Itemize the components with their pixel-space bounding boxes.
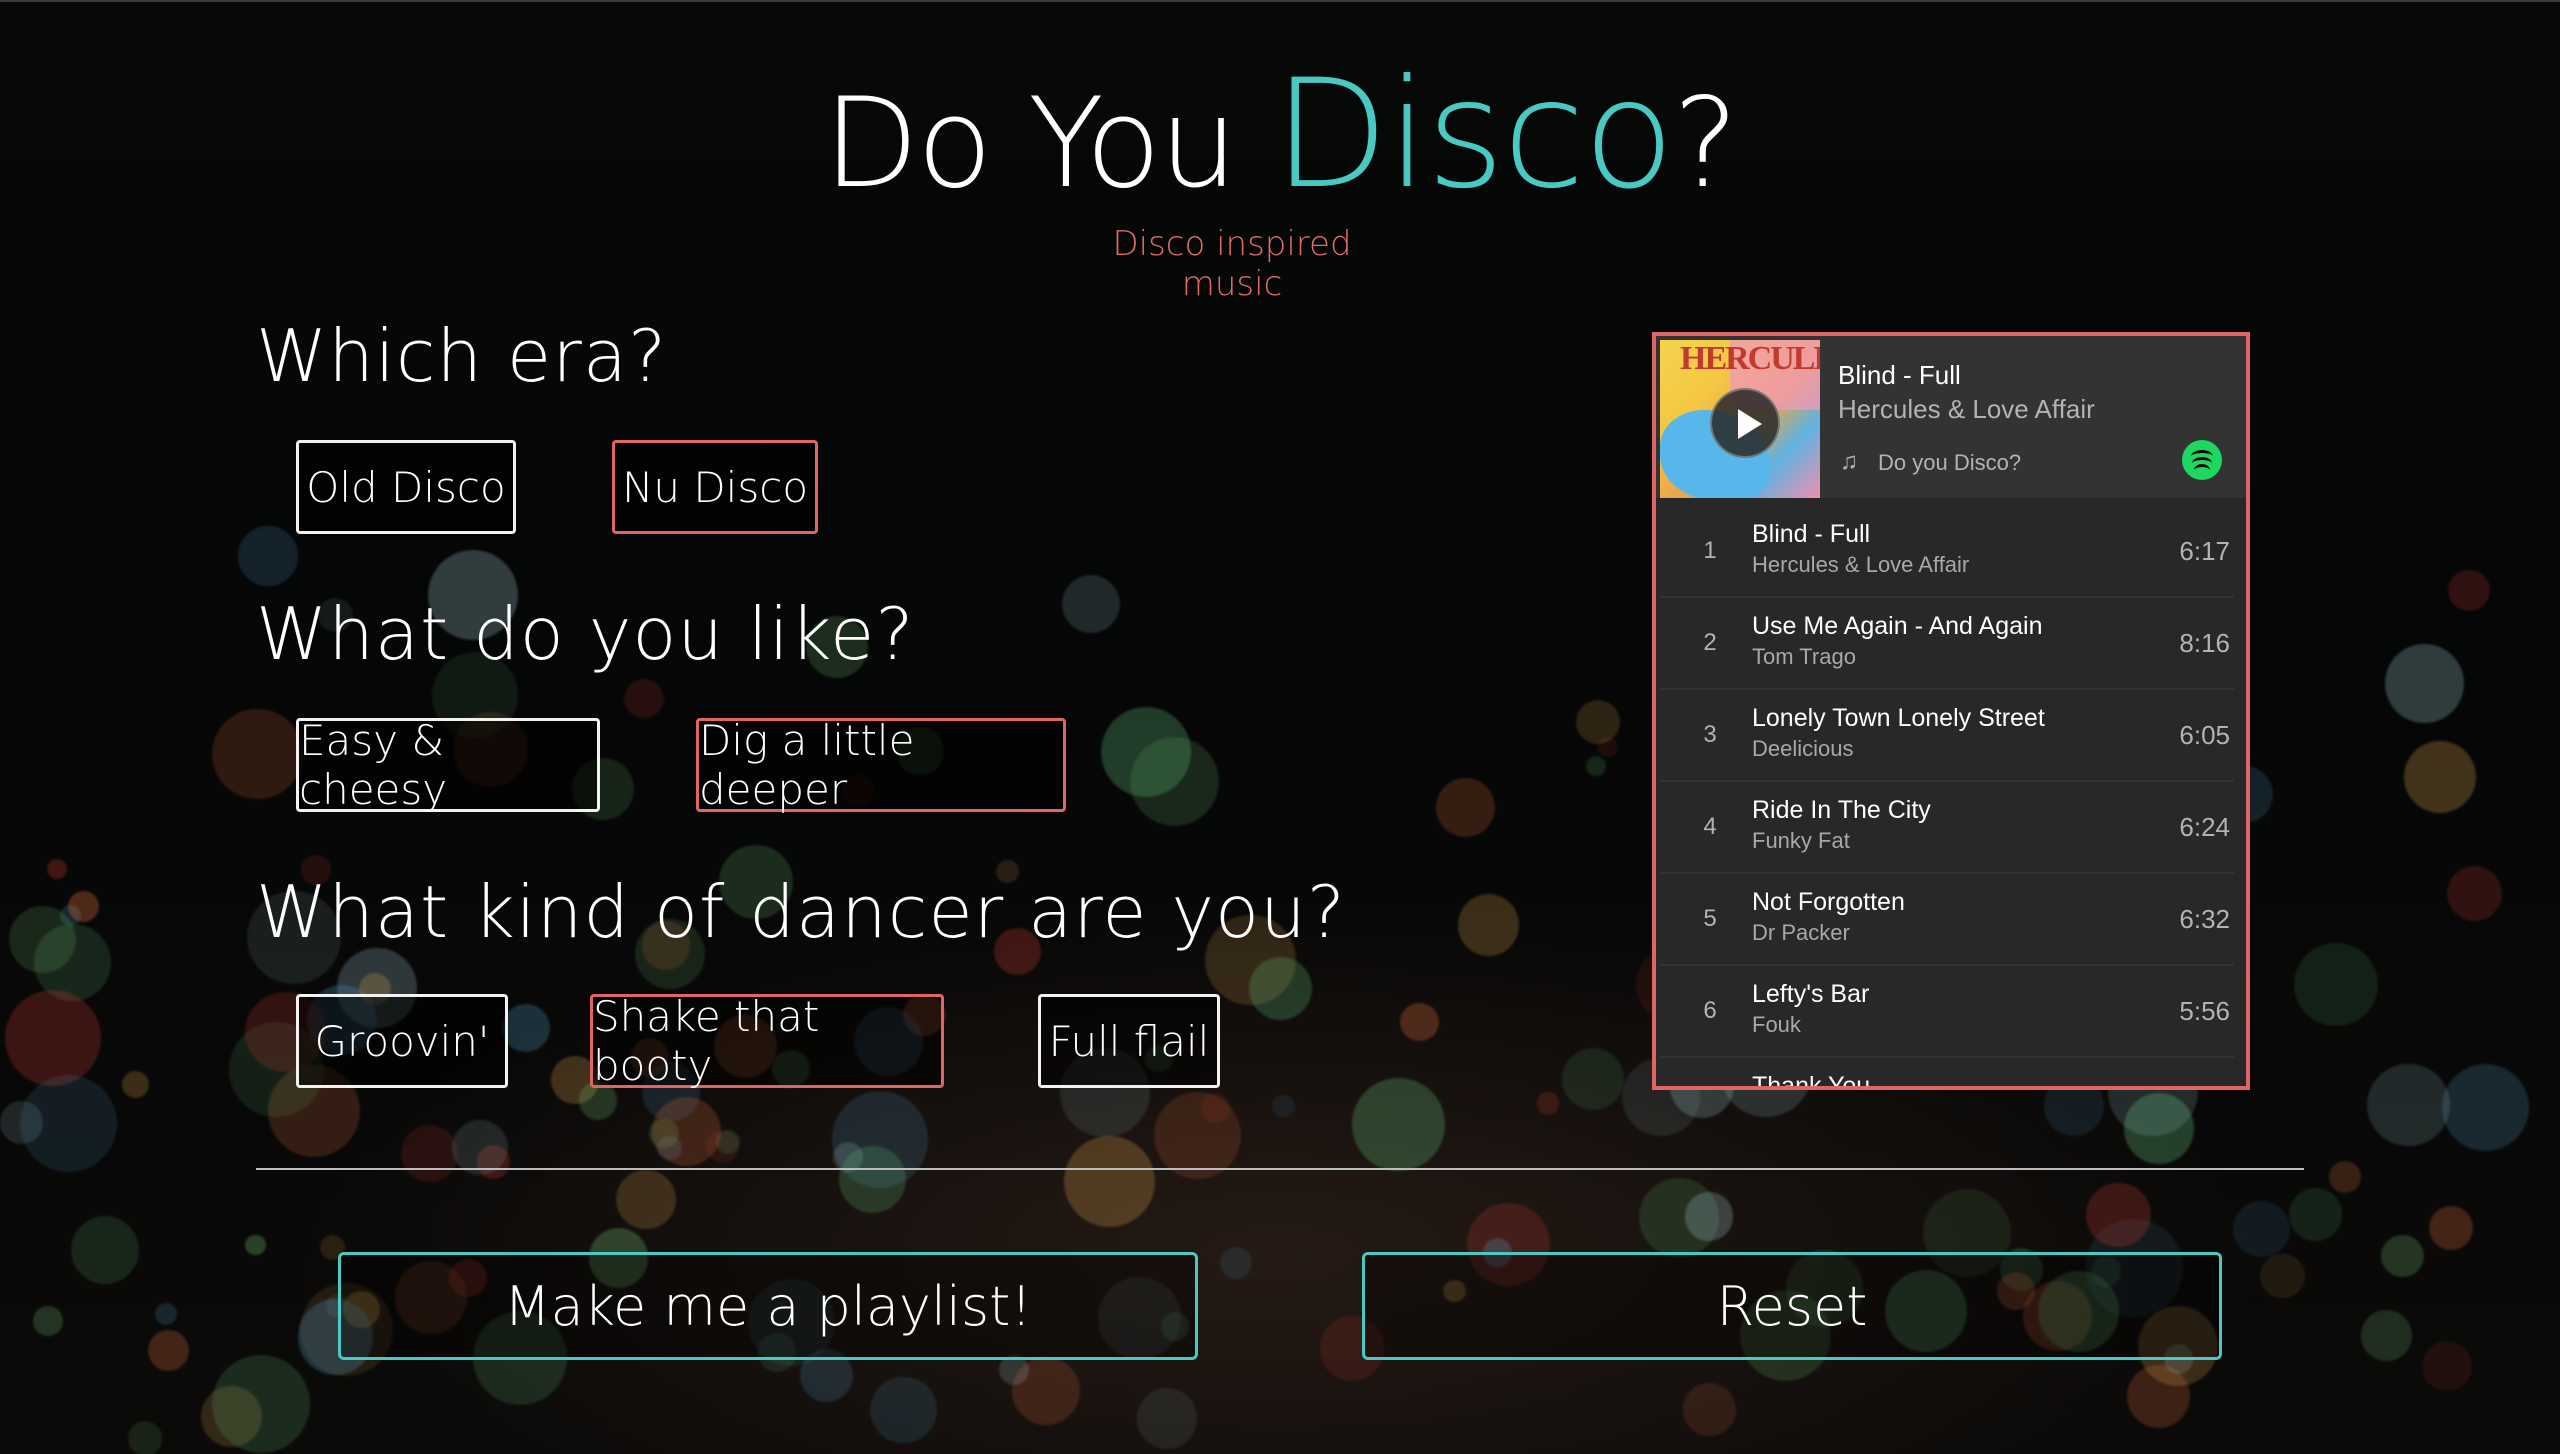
track-row[interactable]: 1 Blind - Full Hercules & Love Affair 6:17 — [1660, 506, 2234, 598]
track-number: 5 — [1703, 905, 1717, 932]
track-row[interactable]: 6 Lefty's Bar Fouk 5:56 — [1660, 966, 2234, 1058]
track-artist: Fouk — [1752, 1012, 1801, 1037]
spotify-player: HERCULES Blind - Full Hercules & Love Af… — [1652, 332, 2250, 1090]
music-note-icon: ♫ — [1840, 448, 1858, 475]
track-name: Not Forgotten — [1752, 888, 1905, 916]
track-duration: 8:16 — [2179, 628, 2230, 658]
option-groovin[interactable]: Groovin' — [296, 994, 508, 1088]
track-row[interactable]: 5 Not Forgotten Dr Packer 6:32 — [1660, 874, 2234, 966]
track-row[interactable]: 4 Ride In The City Funky Fat 6:24 — [1660, 782, 2234, 874]
track-number: 4 — [1703, 813, 1717, 840]
now-playing-artist[interactable]: Hercules & Love Affair — [1838, 394, 2095, 425]
track-name: Lefty's Bar — [1752, 980, 1870, 1008]
option-full-flail[interactable]: Full flail — [1038, 994, 1220, 1088]
option-nu-disco[interactable]: Nu Disco — [612, 440, 818, 534]
track-artist: Deelicious — [1752, 736, 1854, 761]
page: Do You Disco? Disco inspired music Which… — [0, 0, 2560, 1454]
track-duration: 5:56 — [2179, 996, 2230, 1026]
track-name: Thank You — [1752, 1072, 1871, 1090]
question-era: Which era? — [256, 314, 668, 398]
playlist-name[interactable]: Do you Disco? — [1878, 450, 2021, 476]
option-dig-deeper[interactable]: Dig a little deeper — [696, 716, 1066, 814]
title-pre: Do You — [823, 72, 1274, 216]
player-header: HERCULES Blind - Full Hercules & Love Af… — [1656, 336, 2246, 498]
track-number: 6 — [1703, 997, 1717, 1024]
track-artist: Funky Fat — [1752, 828, 1850, 853]
track-number: 7 — [1700, 1058, 1720, 1086]
question-dancer: What kind of dancer are you? — [256, 870, 1346, 954]
page-title: Do You Disco? — [0, 60, 2560, 210]
track-artist: Dr Packer — [1752, 920, 1850, 945]
track-duration: 6:17 — [2179, 536, 2230, 566]
track-duration: 6:05 — [2179, 720, 2230, 750]
track-row[interactable]: 3 Lonely Town Lonely Street Deelicious 6:05 — [1660, 690, 2234, 782]
track-number: 2 — [1703, 629, 1717, 656]
title-post: ? — [1672, 72, 1739, 216]
option-shake-that-booty[interactable]: Shake that booty — [590, 992, 944, 1090]
now-playing-title[interactable]: Blind - Full — [1838, 360, 1961, 391]
track-number: 1 — [1703, 537, 1717, 564]
track-name: Use Me Again - And Again — [1752, 612, 2043, 640]
track-artist: Hercules & Love Affair — [1752, 552, 1970, 577]
option-easy-cheesy[interactable]: Easy & cheesy — [296, 716, 600, 814]
divider — [256, 1168, 2304, 1170]
track-number: 3 — [1703, 721, 1717, 748]
page-subtitle: Disco inspired music — [1112, 224, 1352, 304]
reset-button[interactable]: Reset — [1362, 1252, 2222, 1360]
track-name: Ride In The City — [1752, 796, 1931, 824]
spotify-logo-icon[interactable] — [2182, 440, 2222, 480]
track-artist: Tom Trago — [1752, 644, 1856, 669]
option-old-disco[interactable]: Old Disco — [296, 440, 516, 534]
track-name: Blind - Full — [1752, 520, 1871, 548]
make-playlist-button[interactable]: Make me a playlist! — [338, 1252, 1198, 1360]
album-cover: HERCULES — [1660, 340, 1820, 498]
title-accent: Disco — [1273, 48, 1675, 222]
track-name: Lonely Town Lonely Street — [1752, 704, 2045, 732]
play-icon[interactable] — [1710, 388, 1780, 458]
track-row[interactable]: 7 Thank You — [1660, 1058, 2234, 1090]
track-duration: 6:32 — [2179, 904, 2230, 934]
track-duration: 6:24 — [2179, 812, 2230, 842]
question-taste: What do you like? — [256, 592, 915, 676]
track-row[interactable]: 2 Use Me Again - And Again Tom Trago 8:16 — [1660, 598, 2234, 690]
track-list: 1 Blind - Full Hercules & Love Affair 6:17 2… — [1656, 506, 2246, 1090]
